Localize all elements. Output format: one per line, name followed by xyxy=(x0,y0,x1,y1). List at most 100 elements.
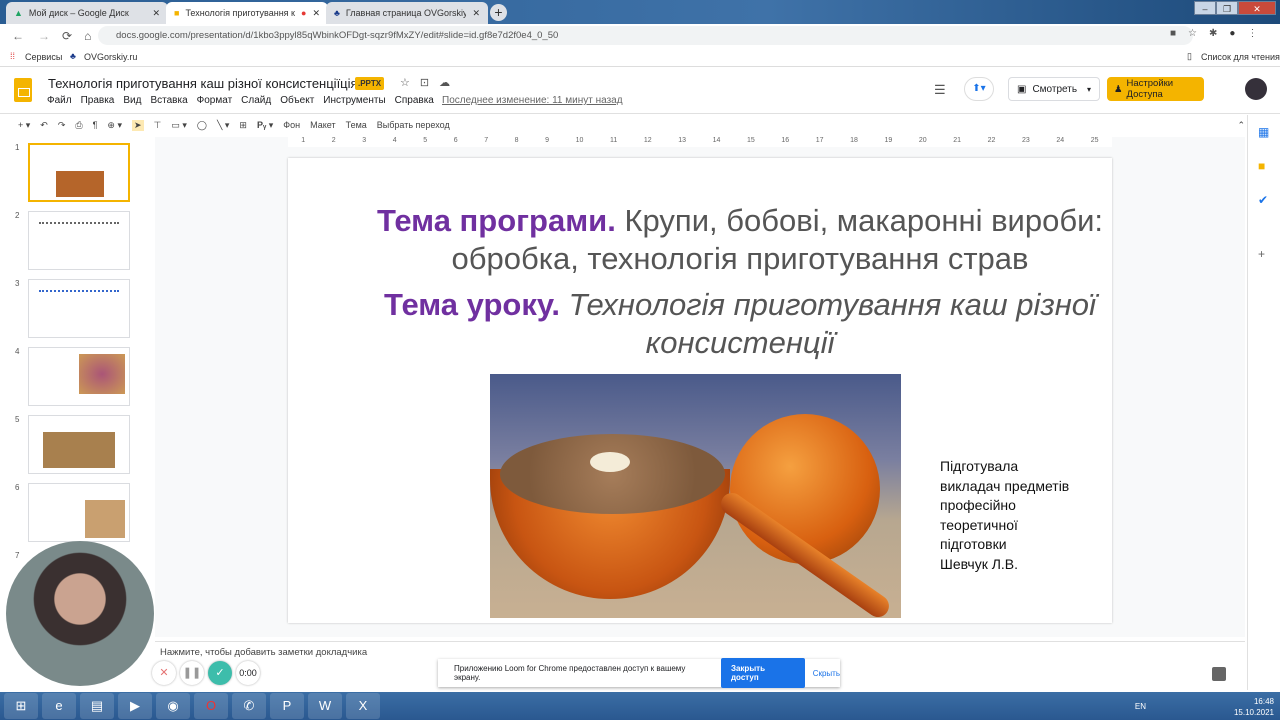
slides-logo[interactable] xyxy=(14,78,32,102)
comment-add-icon[interactable]: ⊞ xyxy=(239,120,247,131)
menu-file[interactable]: Файл xyxy=(47,95,72,106)
slide-thumbnail[interactable] xyxy=(28,279,130,338)
move-folder-icon[interactable]: ⊡ xyxy=(420,76,429,89)
clock-date[interactable]: 15.10.2021 xyxy=(1234,707,1274,718)
slide-thumbnail[interactable] xyxy=(28,483,130,542)
camera-icon[interactable]: ■ xyxy=(1170,28,1176,39)
paint-format-icon[interactable]: ¶ xyxy=(93,120,98,130)
menu-slide[interactable]: Слайд xyxy=(241,95,271,106)
lesson-topic[interactable]: Тема уроку. Технологія приготування каш … xyxy=(288,286,1112,362)
hide-button[interactable]: Скрыть xyxy=(813,669,840,678)
home-icon[interactable]: ⌂ xyxy=(84,29,91,43)
account-avatar[interactable] xyxy=(1245,78,1267,100)
bookmark-services[interactable]: Сервисы xyxy=(25,52,62,62)
theme-button[interactable]: Тема xyxy=(346,120,367,130)
menu-view[interactable]: Вид xyxy=(123,95,141,106)
zoom-icon[interactable]: ⊕ ▾ xyxy=(107,120,122,131)
chevron-down-icon[interactable]: ▾ xyxy=(1087,85,1091,94)
forward-icon[interactable]: → xyxy=(38,29,50,43)
stop-sharing-button[interactable]: Закрыть доступ xyxy=(720,658,805,688)
ie-icon[interactable]: e xyxy=(42,693,76,719)
tab-slides[interactable]: ■ Технологія приготування ка ● ✕ xyxy=(166,2,328,24)
transition-button[interactable]: Выбрать переход xyxy=(377,120,450,130)
document-title[interactable]: Технологія приготування каш різної конси… xyxy=(48,76,358,91)
last-edit-link[interactable]: Последнее изменение: 11 минут назад xyxy=(442,95,623,106)
menu-insert[interactable]: Вставка xyxy=(150,95,187,106)
word-icon[interactable]: W xyxy=(308,693,342,719)
keep-icon[interactable]: ■ xyxy=(1258,159,1280,173)
redo-icon[interactable]: ↷ xyxy=(58,120,66,131)
reload-icon[interactable]: ⟳ xyxy=(62,29,72,43)
select-icon[interactable]: ➤ xyxy=(131,119,144,131)
cloud-status-icon[interactable]: ☁ xyxy=(439,76,450,89)
add-addon-icon[interactable]: + xyxy=(1258,247,1280,261)
back-icon[interactable]: ← xyxy=(12,29,24,43)
background-button[interactable]: Фон xyxy=(283,120,300,130)
more-icon[interactable]: ⋮ xyxy=(1247,28,1257,39)
menu-format[interactable]: Формат xyxy=(197,95,233,106)
close-tab-icon[interactable]: ✕ xyxy=(472,8,480,19)
layout-button[interactable]: Макет xyxy=(310,120,335,130)
horizontal-ruler[interactable]: 1 2 3 4 5 6 7 8 9 10 11 12 13 14 15 16 17 18 19 20 21 22 23 24 2… xyxy=(288,137,1112,147)
text-box-icon[interactable]: ⊤ xyxy=(154,120,162,131)
explore-icon[interactable] xyxy=(1212,667,1226,681)
chrome-icon[interactable]: ◉ xyxy=(156,693,190,719)
present-button[interactable]: ▣ Смотреть ▾ xyxy=(1008,77,1100,101)
menu-help[interactable]: Справка xyxy=(395,95,434,106)
comments-icon[interactable]: ☰ xyxy=(934,82,946,98)
line-icon[interactable]: ╲ ▾ xyxy=(217,120,229,131)
finish-recording-icon[interactable]: ✓ xyxy=(208,661,232,685)
print-icon[interactable]: ⎙ xyxy=(75,120,82,131)
author-credit[interactable]: Підготувала викладач предметів професійн… xyxy=(940,457,1069,574)
powerpoint-icon[interactable]: P xyxy=(270,693,304,719)
porridge-image[interactable] xyxy=(490,374,901,618)
excel-icon[interactable]: X xyxy=(346,693,380,719)
speaker-notes[interactable]: Нажмите, чтобы добавить заметки докладчи… xyxy=(155,641,1245,661)
menu-edit[interactable]: Правка xyxy=(81,95,115,106)
slide-thumbnail[interactable] xyxy=(28,211,130,270)
media-player-icon[interactable]: ▶ xyxy=(118,693,152,719)
viber-icon[interactable]: ✆ xyxy=(232,693,266,719)
opera-icon[interactable]: O xyxy=(194,693,228,719)
close-window-button[interactable]: ✕ xyxy=(1238,1,1276,15)
clock-time[interactable]: 16:48 xyxy=(1234,696,1274,707)
share-button[interactable]: ♟ Настройки Доступа xyxy=(1107,77,1204,101)
start-button[interactable]: ⊞ xyxy=(4,693,38,719)
bookmark-ovgorskiy[interactable]: OVGorskiy.ru xyxy=(84,52,137,62)
explorer-icon[interactable]: ▤ xyxy=(80,693,114,719)
webcam-bubble[interactable] xyxy=(6,541,154,686)
maximize-button[interactable]: ❐ xyxy=(1216,1,1238,15)
collapse-toolbar-icon[interactable]: ⌃ xyxy=(1237,120,1245,131)
tasks-icon[interactable]: ✔ xyxy=(1258,193,1280,207)
new-tab-button[interactable]: + xyxy=(490,4,507,21)
pause-icon[interactable]: ❚❚ xyxy=(180,661,204,685)
calendar-icon[interactable]: ▦ xyxy=(1258,125,1280,139)
tab-google-drive[interactable]: ▲ Мой диск – Google Диск ✕ xyxy=(6,2,168,24)
cancel-recording-icon[interactable]: ✕ xyxy=(152,661,176,685)
extensions-icon[interactable]: ✱ xyxy=(1209,28,1217,39)
language-indicator[interactable]: EN xyxy=(1135,701,1146,712)
vertical-ruler[interactable] xyxy=(146,158,155,628)
program-topic[interactable]: Тема програми. Крупи, бобові, макаронні … xyxy=(288,202,1112,278)
meet-present-button[interactable]: ⬆▾ xyxy=(964,77,994,101)
slide-thumbnail[interactable] xyxy=(28,347,130,406)
reading-list-button[interactable]: Список для чтения xyxy=(1201,52,1280,62)
slide-thumbnail[interactable] xyxy=(28,415,130,474)
close-tab-icon[interactable]: ✕ xyxy=(312,8,320,19)
undo-icon[interactable]: ↶ xyxy=(40,120,48,131)
close-tab-icon[interactable]: ✕ xyxy=(152,8,160,19)
image-icon[interactable]: ▭ ▾ xyxy=(171,120,187,131)
star-icon[interactable]: ☆ xyxy=(1188,28,1197,39)
url-field[interactable]: docs.google.com/presentation/d/1kbo3ppyl… xyxy=(98,26,1193,45)
shape-icon[interactable]: ◯ xyxy=(197,120,207,131)
star-icon[interactable]: ☆ xyxy=(400,76,410,89)
profile-avatar[interactable]: ● xyxy=(1229,28,1235,39)
minimize-button[interactable]: – xyxy=(1194,1,1216,15)
slide-thumbnail[interactable] xyxy=(28,143,130,202)
input-tools-icon[interactable]: Pᵧ ▾ xyxy=(257,120,273,131)
slide[interactable]: Тема програми. Крупи, бобові, макаронні … xyxy=(288,158,1112,623)
new-slide-button[interactable]: + ▾ xyxy=(18,120,30,131)
tab-ovgorskiy[interactable]: ♣ Главная страница OVGorskiy ✕ xyxy=(326,2,488,24)
menu-tools[interactable]: Инструменты xyxy=(323,95,385,106)
menu-object[interactable]: Объект xyxy=(280,95,314,106)
